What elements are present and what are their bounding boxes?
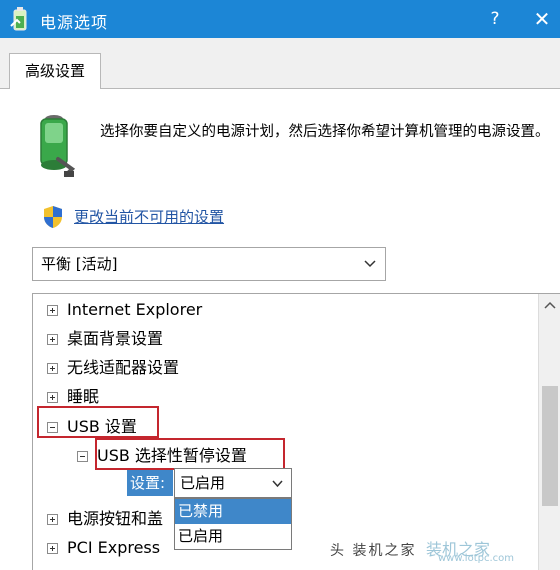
- tree-item-power-buttons-lid[interactable]: 电源按钮和盖: [47, 506, 163, 532]
- window-body: 高级设置 选择你要自定义的电源计划，然后选择你希望计算机管理的电源设置。 更改当…: [0, 38, 560, 570]
- expand-plus-icon[interactable]: [47, 392, 58, 403]
- settings-tree: Internet Explorer 桌面背景设置 无线适配器设置 睡眠 USB …: [32, 293, 560, 570]
- dropdown-option-enabled[interactable]: 已启用: [175, 524, 291, 549]
- expand-plus-icon[interactable]: [47, 363, 58, 374]
- tree-item-usb-settings[interactable]: USB 设置: [47, 414, 137, 440]
- power-options-icon: [10, 7, 27, 31]
- battery-plan-icon: [40, 115, 76, 177]
- close-button[interactable]: ✕: [525, 4, 559, 34]
- help-button[interactable]: ?: [480, 4, 510, 34]
- window-title: 电源选项: [40, 13, 109, 32]
- scroll-up-icon[interactable]: [543, 300, 557, 310]
- tree-item-sleep[interactable]: 睡眠: [47, 384, 99, 410]
- power-plan-select[interactable]: 平衡 [活动]: [32, 247, 386, 281]
- expand-plus-icon[interactable]: [47, 543, 58, 554]
- collapse-minus-icon[interactable]: [77, 451, 88, 462]
- shield-icon: [44, 206, 62, 228]
- title-bar: 电源选项 ? ✕: [0, 0, 560, 38]
- tab-panel: 选择你要自定义的电源计划，然后选择你希望计算机管理的电源设置。 更改当前不可用的…: [0, 88, 560, 570]
- watermark-url: www.lotpc.com: [438, 553, 514, 564]
- site-watermark: 头 装机之家 装机之家 www.lotpc.com: [330, 534, 560, 570]
- setting-label: 设置:: [127, 470, 173, 496]
- dropdown-option-disabled[interactable]: 已禁用: [175, 499, 291, 524]
- change-unavailable-settings-link[interactable]: 更改当前不可用的设置: [74, 206, 224, 227]
- tree-item-desktop-background[interactable]: 桌面背景设置: [47, 326, 163, 352]
- tree-item-wireless-adapter[interactable]: 无线适配器设置: [47, 355, 179, 381]
- tree-item-usb-selective-suspend[interactable]: USB 选择性暂停设置: [77, 443, 247, 469]
- setting-value: 已启用: [180, 474, 226, 492]
- expand-plus-icon[interactable]: [47, 305, 58, 316]
- setting-dropdown-list: 已禁用 已启用: [174, 498, 292, 550]
- expand-plus-icon[interactable]: [47, 514, 58, 525]
- expand-plus-icon[interactable]: [47, 334, 58, 345]
- power-plan-value: 平衡 [活动]: [41, 255, 118, 273]
- watermark-left-text: 头 装机之家: [330, 543, 417, 559]
- usb-suspend-setting-select[interactable]: 已启用: [174, 468, 292, 498]
- tab-advanced-settings[interactable]: 高级设置: [9, 53, 101, 89]
- collapse-minus-icon[interactable]: [47, 422, 58, 433]
- scroll-thumb[interactable]: [542, 386, 558, 506]
- tree-item-pci-express[interactable]: PCI Express: [47, 535, 160, 561]
- chevron-down-icon: [364, 260, 376, 268]
- tree-item-internet-explorer[interactable]: Internet Explorer: [47, 297, 202, 323]
- plan-description: 选择你要自定义的电源计划，然后选择你希望计算机管理的电源设置。: [100, 124, 550, 140]
- tree-scrollbar[interactable]: [538, 294, 560, 570]
- chevron-down-icon: [272, 480, 283, 488]
